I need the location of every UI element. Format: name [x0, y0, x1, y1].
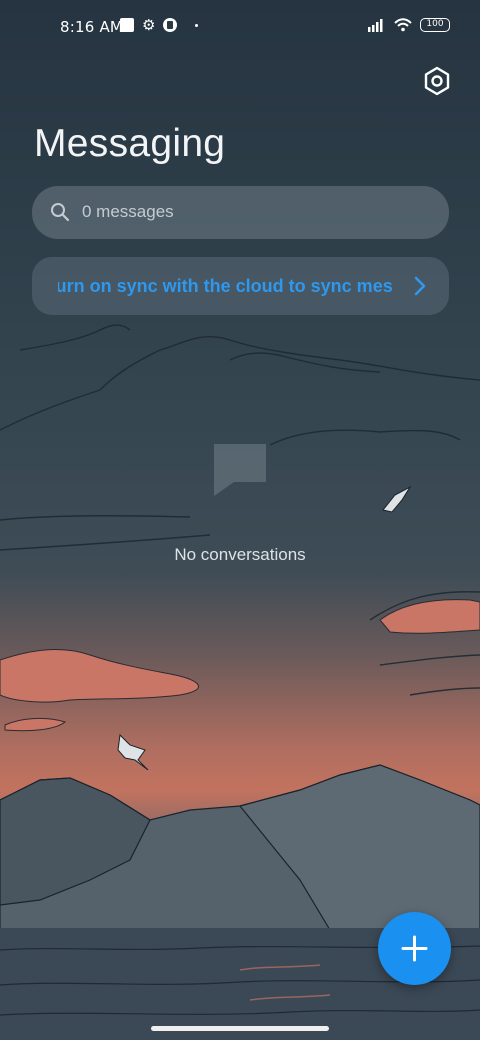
search-placeholder: 0 messages: [82, 202, 174, 221]
status-system-icons: 100: [368, 18, 450, 32]
wifi-icon: [394, 18, 412, 32]
empty-state-text: No conversations: [174, 545, 306, 564]
chevron-right-icon: [414, 276, 426, 296]
plus-icon: [401, 935, 428, 962]
new-conversation-button[interactable]: [378, 912, 451, 985]
gear-notification-icon: ⚙: [142, 16, 156, 34]
sync-banner[interactable]: Turn on sync with the cloud to sync mess…: [32, 257, 449, 315]
settings-icon[interactable]: [420, 64, 454, 98]
search-icon: [51, 203, 70, 222]
battery-indicator: 100: [420, 18, 450, 32]
message-bubble-icon: [214, 444, 266, 496]
signal-icon: [368, 18, 383, 32]
status-bar: 8:16 AM ⚙ 100: [0, 0, 480, 56]
status-notification-icons: ⚙: [120, 16, 199, 34]
home-indicator[interactable]: [151, 1026, 329, 1031]
page-title: Messaging: [34, 122, 226, 165]
sync-banner-text: Turn on sync with the cloud to sync mess…: [58, 276, 393, 296]
screenshot-notification-icon: [120, 18, 134, 32]
status-time: 8:16 AM: [60, 18, 124, 36]
more-notifications-dot-icon: [195, 23, 199, 27]
app-notification-icon: [163, 18, 178, 32]
